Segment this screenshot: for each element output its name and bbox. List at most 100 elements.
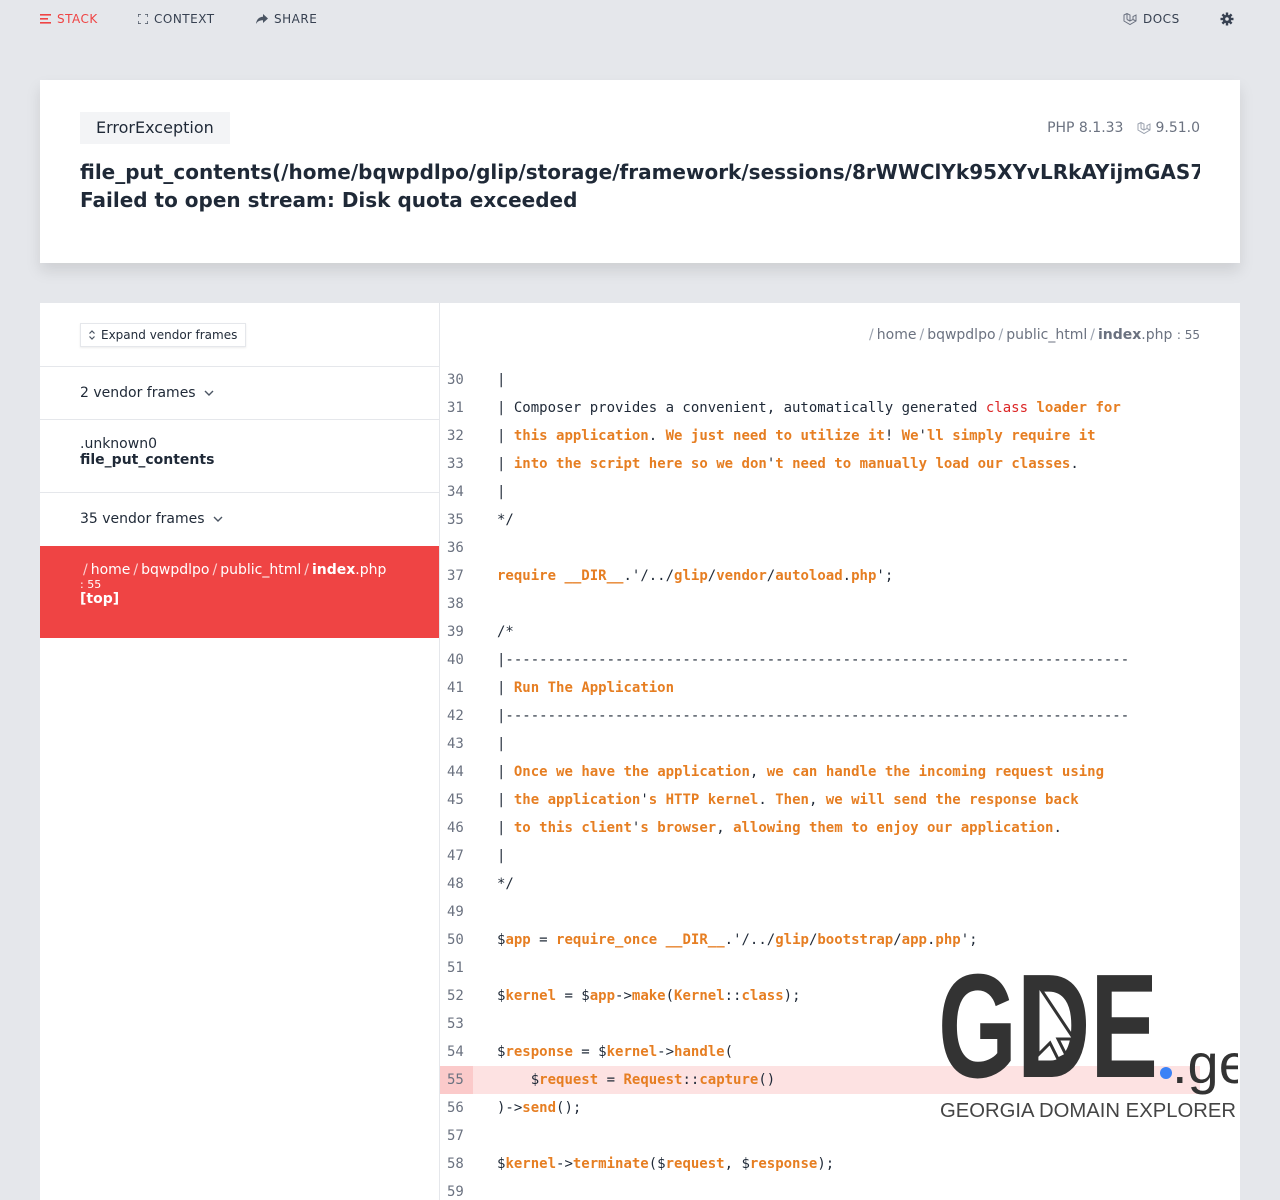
code-text: $kernel->terminate($request, $response); — [497, 1156, 835, 1172]
code-text: | Once we have the application, we can h… — [497, 764, 1105, 780]
code-line: 45 | the application's HTTP kernel. Then,… — [440, 786, 1240, 814]
settings-button[interactable] — [1220, 12, 1234, 26]
code-line: 59 — [440, 1178, 1240, 1200]
code-line: 57 — [440, 1122, 1240, 1150]
stack-frame[interactable]: .unknown0 file_put_contents — [40, 419, 439, 492]
path-segment: home — [876, 327, 917, 343]
laravel-version-text: 9.51.0 — [1155, 120, 1200, 136]
file-extension: .php — [1141, 327, 1173, 343]
line-number: 50 — [447, 932, 464, 948]
line-number: 56 — [447, 1100, 464, 1116]
versions: PHP 8.1.33 9.51.0 — [1047, 120, 1200, 136]
line-number: 46 — [447, 820, 464, 836]
context-tab-label: CONTEXT — [154, 12, 215, 26]
line-number: 54 — [447, 1044, 464, 1060]
code-line: 47 | — [440, 842, 1240, 870]
code-line: 31 | Composer provides a convenient, auto… — [440, 394, 1240, 422]
exception-class-badge: ErrorException — [80, 112, 230, 144]
logo-tagline: GEORGIA DOMAIN EXPLORER — [940, 1100, 1236, 1122]
code-file-path[interactable]: / home / bqwpdlpo / public_html / index.php : 5… — [866, 327, 1200, 343]
expand-vendor-frames-button[interactable]: Expand vendor frames — [80, 323, 247, 347]
code-text: | into the script here so we don't need … — [497, 456, 1079, 472]
stack-frame-selected[interactable]: / home / bqwpdlpo / public_html / index.php : 5… — [40, 546, 439, 638]
code-line: 49 — [440, 898, 1240, 926]
code-text: require __DIR__.'/../glip/vendor/autoloa… — [497, 568, 894, 584]
laravel-icon — [1123, 12, 1137, 25]
code-text: $request = Request::capture() — [497, 1072, 776, 1088]
vendor-frames-group-1[interactable]: 2 vendor frames — [40, 366, 439, 419]
vendor-frames-label: 35 vendor frames — [80, 511, 205, 527]
code-text: | this application. We just need to util… — [497, 428, 1096, 444]
stack-frames-sidebar: Expand vendor frames 2 vendor frames .un… — [40, 303, 440, 1200]
code-text: |---------------------------------------… — [497, 708, 1130, 724]
frame-line-number: : 55 — [80, 578, 102, 591]
vendor-frames-label: 2 vendor frames — [80, 385, 196, 401]
line-number: 49 — [447, 904, 464, 920]
path-segment: public_html — [220, 562, 302, 578]
file-name: index — [1097, 327, 1142, 343]
line-number: 35 — [447, 512, 464, 528]
code-line: 32 | this application. We just need to ut… — [440, 422, 1240, 450]
chevron-down-icon — [204, 390, 214, 396]
frame-class: .unknown0 — [80, 436, 157, 452]
code-text: |---------------------------------------… — [497, 652, 1130, 668]
docs-link-label: DOCS — [1143, 12, 1180, 26]
frame-function: file_put_contents — [80, 452, 215, 468]
expand-vendor-frames-label: Expand vendor frames — [101, 328, 238, 342]
expand-icon — [138, 14, 148, 24]
line-number: 40 — [447, 652, 464, 668]
error-header-card: ErrorException PHP 8.1.33 9.51.0 file_pu… — [40, 80, 1240, 263]
vendor-frames-group-2[interactable]: 35 vendor frames — [40, 492, 439, 545]
line-number: 48 — [447, 876, 464, 892]
line-number: 38 — [447, 596, 464, 612]
stack-tab[interactable]: STACK — [40, 12, 98, 26]
code-text: | — [497, 372, 506, 388]
line-number: 53 — [447, 1016, 464, 1032]
code-line: 36 — [440, 534, 1240, 562]
docs-link[interactable]: DOCS — [1123, 12, 1180, 26]
code-line: 58 $kernel->terminate($request, $response… — [440, 1150, 1240, 1178]
path-segment: public_html — [1006, 327, 1088, 343]
line-number: 37 — [447, 568, 464, 584]
share-tab-label: SHARE — [274, 12, 318, 26]
path-segment: bqwpdlpo — [141, 562, 210, 578]
code-line: 30 | — [440, 366, 1240, 394]
line-number: 30 — [447, 372, 464, 388]
code-text: | — [497, 736, 506, 752]
code-line: 48 */ — [440, 870, 1240, 898]
path-segment: home — [90, 562, 131, 578]
code-line: 37 require __DIR__.'/../glip/vendor/autol… — [440, 562, 1240, 590]
line-number: 57 — [447, 1128, 464, 1144]
context-tab[interactable]: CONTEXT — [138, 12, 215, 26]
line-number: 45 — [447, 792, 464, 808]
file-extension: .php — [355, 562, 387, 578]
error-message-line-1: file_put_contents(/home/bqwpdlpo/glip/st… — [80, 160, 1200, 184]
code-line: 38 — [440, 590, 1240, 618]
file-name: index — [311, 562, 356, 578]
code-text: )->send(); — [497, 1100, 582, 1116]
code-line: 50 $app = require_once __DIR__.'/../glip/… — [440, 926, 1240, 954]
code-line: 43 | — [440, 730, 1240, 758]
code-text: | — [497, 848, 506, 864]
share-tab[interactable]: SHARE — [256, 12, 317, 26]
stack-tab-label: STACK — [57, 12, 98, 26]
chevron-up-down-icon — [89, 330, 95, 340]
code-text: $kernel = $app->make(Kernel::class); — [497, 988, 801, 1004]
chevron-down-icon — [213, 516, 223, 522]
line-number: 34 — [447, 484, 464, 500]
line-number: 41 — [447, 680, 464, 696]
top-nav: STACK CONTEXT SHARE DOCS — [0, 0, 1280, 40]
frame-file-path: / home / bqwpdlpo / public_html / index.php — [83, 562, 387, 578]
line-number: : 55 — [1176, 328, 1200, 342]
line-number: 58 — [447, 1156, 464, 1172]
code-text: | Composer provides a convenient, automa… — [497, 400, 1121, 416]
share-icon — [256, 14, 268, 24]
code-line: 39 /* — [440, 618, 1240, 646]
frame-function: [top] — [80, 591, 120, 607]
line-number: 39 — [447, 624, 464, 640]
code-text: | the application's HTTP kernel. Then, w… — [497, 792, 1079, 808]
code-text: $response = $kernel->handle( — [497, 1044, 734, 1060]
code-text: $app = require_once __DIR__.'/../glip/bo… — [497, 932, 978, 948]
code-line: 41 | Run The Application — [440, 674, 1240, 702]
code-text: */ — [497, 876, 514, 892]
